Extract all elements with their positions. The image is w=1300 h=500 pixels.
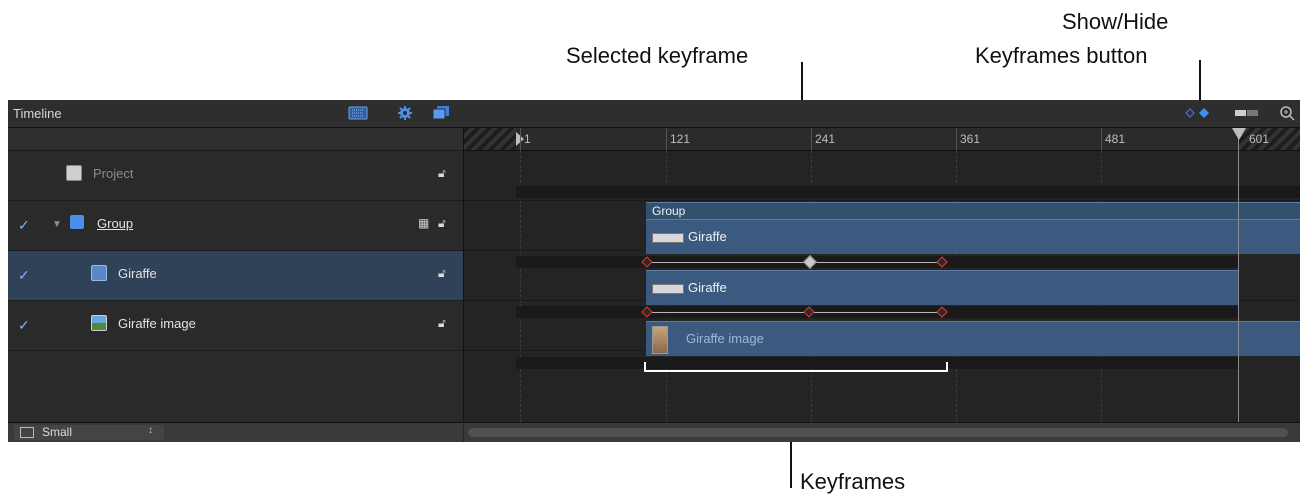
playhead-handle[interactable] bbox=[1232, 128, 1246, 140]
timeline-title: Timeline bbox=[13, 106, 62, 121]
layer-label-giraffe-image: Giraffe image bbox=[118, 316, 196, 331]
timeline-ruler[interactable]: 1 121 241 361 481 601 bbox=[464, 128, 1300, 151]
track-area: 1 121 241 361 481 601 Group Giraffe Gira… bbox=[464, 128, 1300, 422]
layer-row-empty bbox=[8, 350, 463, 423]
callout-show-hide-line1: Show/Hide bbox=[1062, 9, 1169, 34]
layer-row-group[interactable]: ✓ ▼ Group ▦ 🔓︎ bbox=[8, 200, 463, 251]
layer-checkbox[interactable]: ✓ bbox=[18, 267, 30, 284]
callout-keyframes: Keyframes bbox=[800, 469, 906, 494]
giraffe-image-track-label: Giraffe image bbox=[686, 331, 764, 346]
lock-icon[interactable]: 🔓︎ bbox=[438, 316, 446, 331]
grid-icon[interactable] bbox=[348, 105, 368, 126]
playhead-line[interactable] bbox=[1238, 128, 1239, 422]
group-giraffe-track-bar[interactable]: Giraffe bbox=[646, 219, 1300, 254]
layers-icon[interactable] bbox=[431, 105, 451, 126]
lock-icon[interactable]: 🔓︎ bbox=[438, 166, 446, 181]
text-thumbnail bbox=[652, 283, 684, 294]
layer-label-group: Group bbox=[97, 216, 134, 231]
ruler-tick bbox=[666, 128, 667, 150]
toggle-icon[interactable] bbox=[1234, 105, 1260, 126]
layer-checkbox[interactable]: ✓ bbox=[18, 217, 30, 234]
group-giraffe-track-label: Giraffe bbox=[688, 229, 727, 244]
layer-label-project: Project bbox=[93, 166, 134, 181]
disclosure-triangle-icon[interactable]: ▼ bbox=[52, 219, 62, 230]
giraffe-image-track-bar[interactable]: Giraffe image bbox=[646, 321, 1300, 356]
layer-row-giraffe[interactable]: ✓ Giraffe 🔓︎ bbox=[8, 250, 463, 301]
zoom-icon[interactable] bbox=[1279, 105, 1297, 126]
layers-list: Project 🔓︎ ✓ ▼ Group ▦ 🔓︎ ✓ Giraffe 🔓︎ ✓… bbox=[8, 128, 464, 422]
ruler-tick-label: 361 bbox=[960, 132, 981, 146]
ruler-tick-label: 1 bbox=[524, 132, 531, 146]
keyframe-curve bbox=[646, 312, 941, 313]
thumbnail-size-label: Small bbox=[42, 425, 73, 439]
giraffe-track-label: Giraffe bbox=[688, 280, 727, 295]
group-track-label: Group bbox=[652, 204, 686, 218]
lock-icon[interactable]: 🔓︎ bbox=[438, 266, 446, 281]
group-track-bar[interactable]: Group bbox=[646, 202, 1300, 219]
project-lane bbox=[516, 186, 1300, 198]
horizontal-scrollbar[interactable] bbox=[468, 428, 1288, 437]
track-footer bbox=[464, 422, 1300, 442]
giraffe-image-thumbnail bbox=[652, 325, 668, 354]
ruler-tick-label: 241 bbox=[815, 132, 836, 146]
project-icon bbox=[66, 165, 82, 181]
ruler-tick bbox=[520, 128, 521, 150]
thumbnail-size-icon bbox=[20, 427, 34, 438]
track-separator bbox=[464, 200, 1300, 201]
ruler-tick bbox=[811, 128, 812, 150]
timeline-panel: Timeline Project 🔓︎ ✓ ▼ Group ▦ 🔓︎ ✓ Gir… bbox=[8, 100, 1300, 442]
layer-row-giraffe-image[interactable]: ✓ Giraffe image 🔓︎ bbox=[8, 300, 463, 351]
layer-label-giraffe: Giraffe bbox=[118, 266, 157, 281]
giraffe-track-bar[interactable]: Giraffe bbox=[646, 270, 1238, 305]
ruler-tick-label: 601 bbox=[1249, 132, 1270, 146]
ruler-tick bbox=[1101, 128, 1102, 150]
callout-selected-keyframe: Selected keyframe bbox=[566, 43, 749, 68]
layer-checkbox[interactable]: ✓ bbox=[18, 317, 30, 334]
chevron-updown-icon: ↕ bbox=[148, 425, 153, 436]
layers-list-spacer bbox=[8, 128, 463, 150]
ruler-hatch-start bbox=[464, 128, 516, 150]
gear-icon[interactable] bbox=[397, 105, 413, 126]
text-layer-icon bbox=[91, 265, 107, 281]
ruler-tick-label: 121 bbox=[670, 132, 691, 146]
ruler-tick bbox=[956, 128, 957, 150]
image-icon bbox=[91, 315, 107, 331]
layer-row-project[interactable]: Project 🔓︎ bbox=[8, 150, 463, 201]
callout-show-hide-line2: Keyframes button bbox=[975, 43, 1148, 68]
timeline-header: Timeline bbox=[8, 100, 1300, 128]
keyframe-curve bbox=[646, 262, 941, 263]
keyframes-toggle-icon[interactable] bbox=[1184, 105, 1214, 126]
group-icon bbox=[70, 215, 84, 229]
lock-icon[interactable]: 🔓︎ bbox=[438, 216, 446, 231]
layers-footer: Small ↕ bbox=[8, 422, 463, 442]
group-options-icon[interactable]: ▦ bbox=[418, 216, 429, 230]
thumbnail-size-select[interactable]: Small ↕ bbox=[14, 425, 164, 440]
ruler-tick-label: 481 bbox=[1105, 132, 1126, 146]
text-thumbnail bbox=[652, 232, 684, 243]
keyframes-bracket bbox=[644, 362, 948, 372]
